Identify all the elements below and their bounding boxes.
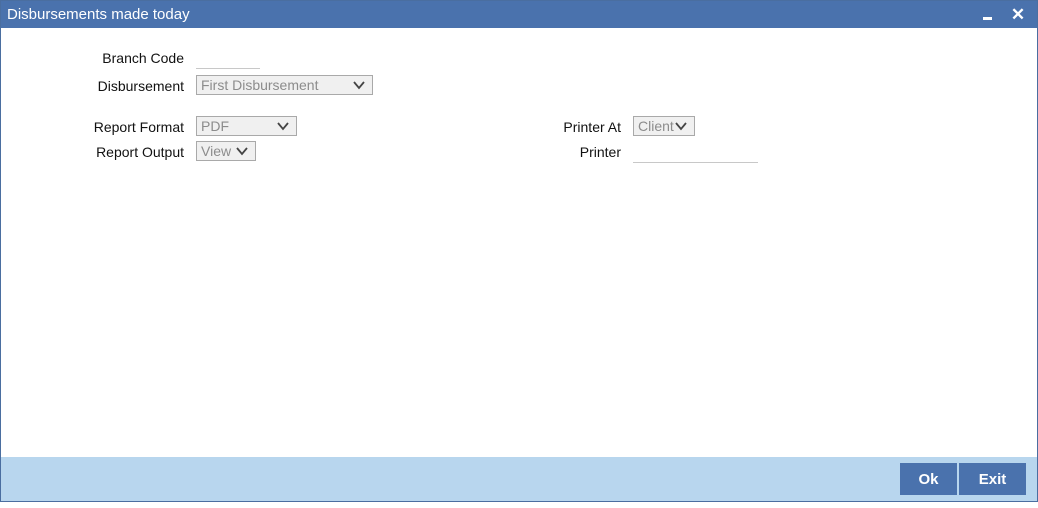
report-format-select[interactable]: PDF [196, 116, 297, 136]
footer-bar: Ok Exit [1, 457, 1037, 501]
report-output-value: View [201, 143, 232, 159]
close-button[interactable]: ✕ [1007, 2, 1029, 26]
report-output-label: Report Output [96, 144, 184, 160]
printer-input[interactable] [633, 142, 758, 163]
chevron-down-icon [353, 81, 365, 90]
minimize-icon [982, 16, 992, 20]
report-format-value: PDF [201, 118, 229, 134]
branch-code-label: Branch Code [102, 50, 184, 66]
disbursement-select[interactable]: First Disbursement [196, 75, 373, 95]
disbursement-value: First Disbursement [201, 77, 319, 93]
chevron-down-icon [277, 122, 289, 131]
disbursement-label: Disbursement [97, 78, 184, 94]
minimize-button[interactable] [976, 2, 998, 26]
printer-label: Printer [579, 144, 621, 160]
title-bar[interactable]: Disbursements made today ✕ [1, 1, 1037, 28]
printer-at-select[interactable]: Client [633, 116, 695, 136]
window-title: Disbursements made today [7, 6, 190, 23]
ok-button[interactable]: Ok [900, 463, 957, 495]
report-output-select[interactable]: View [196, 141, 256, 161]
printer-at-label: Printer At [563, 119, 621, 135]
chevron-down-icon [236, 147, 248, 156]
chevron-down-icon [675, 122, 687, 131]
dialog-window: Disbursements made today ✕ Branch Code D… [0, 0, 1038, 502]
branch-code-input[interactable] [196, 48, 260, 69]
report-format-label: Report Format [93, 119, 184, 135]
printer-at-value: Client [638, 118, 674, 134]
exit-button[interactable]: Exit [959, 463, 1026, 495]
close-icon: ✕ [1010, 4, 1026, 24]
